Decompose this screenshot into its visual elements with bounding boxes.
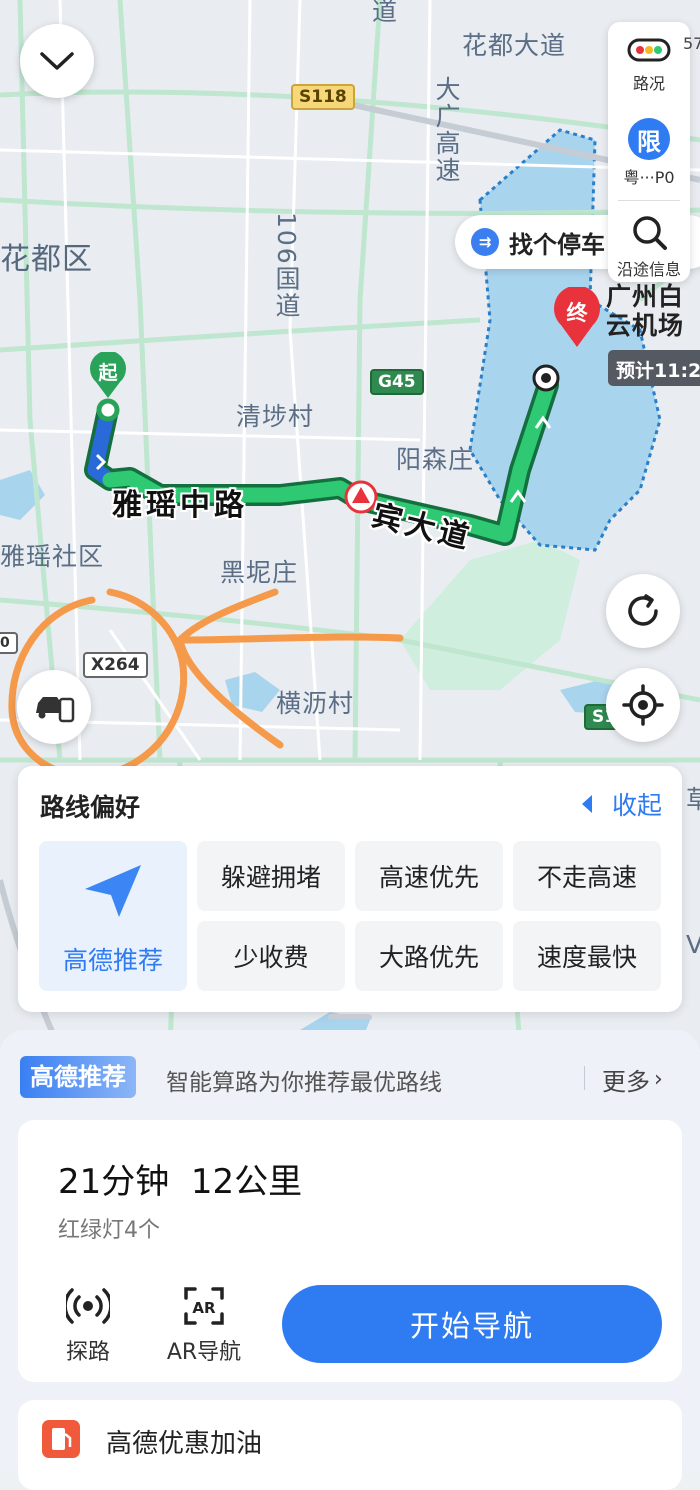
along-route-search[interactable]: 沿途信息	[608, 212, 690, 280]
map-label-road-fragment: 道	[372, 0, 399, 26]
pref-option-avoid-congestion[interactable]: 躲避拥堵	[197, 841, 345, 911]
car-phone-icon	[36, 697, 75, 723]
map-label-heinizhuang: 黑坭庄	[220, 558, 299, 587]
route-preference-panel: 路线偏好 收起 高德推荐 躲避拥堵 高速优先 不走高速 少收费 大路优先 速度最…	[18, 766, 682, 1012]
pref-option-fastest[interactable]: 速度最快	[513, 921, 661, 991]
eta-tag: 预计11:2	[608, 350, 700, 386]
pref-option-no-highway[interactable]: 不走高速	[513, 841, 661, 911]
restriction-badge: 限	[628, 118, 670, 160]
shield-s118: S118	[291, 84, 355, 110]
fuel-promo-card[interactable]: 高德优惠加油	[18, 1400, 682, 1490]
route-road-yayao: 雅瑶中路	[112, 488, 248, 523]
svg-text:AR: AR	[192, 1299, 216, 1317]
traffic-label: 路况	[632, 74, 665, 93]
refresh-button[interactable]	[606, 574, 680, 648]
pref-option-less-toll[interactable]: 少收费	[197, 921, 345, 991]
find-parking-label: 找个停车	[509, 230, 605, 259]
triangle-left-icon	[581, 795, 592, 813]
ar-nav-button[interactable]: AR AR导航	[158, 1286, 250, 1366]
map-label-huadu-district: 花都区	[0, 242, 93, 277]
start-marker[interactable]: 起	[88, 350, 128, 400]
crosshair-icon	[622, 684, 664, 726]
map-label-huadu-avenue: 花都大道	[462, 31, 567, 60]
search-icon	[633, 216, 667, 250]
along-route-label: 沿途信息	[616, 260, 681, 279]
map-label-edge-cao: 草	[686, 785, 700, 814]
broadcast-icon	[63, 1288, 113, 1324]
ar-icon: AR	[184, 1287, 224, 1325]
preference-title: 路线偏好	[40, 793, 141, 822]
parking-icon: ⇉	[471, 228, 499, 256]
start-marker-label: 起	[98, 362, 118, 384]
collapse-map-button[interactable]	[20, 24, 94, 98]
map-label-edge-v: V	[686, 930, 700, 959]
map-tools-panel: 路况 限 粤···P0 沿途信息	[608, 22, 690, 282]
collapse-preference-button[interactable]: 收起	[580, 786, 662, 822]
panel-divider	[618, 200, 680, 201]
map-label-guodao-106: 106国道	[272, 212, 301, 320]
map-label-airport: 广州白云机场	[606, 282, 685, 340]
more-routes-button[interactable]: 更多 ›	[602, 1062, 663, 1097]
vehicle-mode-button[interactable]	[17, 670, 91, 744]
ar-nav-label: AR导航	[166, 1340, 242, 1365]
refresh-icon	[628, 594, 658, 626]
paper-plane-icon	[85, 865, 141, 917]
header-divider	[584, 1066, 585, 1090]
collapse-label: 收起	[611, 791, 662, 820]
chevron-down-icon	[40, 52, 74, 70]
traffic-toggle[interactable]: 路况	[608, 36, 690, 94]
map-label-yangsenzhuang: 阳森庄	[396, 445, 475, 474]
map-label-hengli: 横沥村	[276, 689, 355, 718]
map-label-daguang-expressway: 大广高速	[432, 76, 461, 184]
shield-x264: X264	[83, 652, 148, 678]
plate-restriction-toggle[interactable]: 限 粤···P0	[608, 118, 690, 188]
start-navigation-button[interactable]: 开始导航	[282, 1285, 662, 1363]
shield-edge-left: 0	[0, 632, 18, 654]
more-label: 更多	[602, 1068, 650, 1096]
shield-g45: G45	[370, 369, 424, 395]
pref-option-main-road[interactable]: 大路优先	[355, 921, 503, 991]
plan-badge: 高德推荐	[20, 1056, 136, 1098]
route-duration-distance: 21分钟 12公里	[58, 1162, 303, 1202]
end-marker[interactable]: 终	[553, 285, 601, 349]
traffic-light-icon	[627, 38, 671, 62]
map-edge-number: 57	[683, 34, 700, 53]
route-traffic-lights: 红绿灯4个	[58, 1218, 160, 1243]
sheet-handle[interactable]	[328, 1014, 372, 1020]
pref-recommended-label: 高德推荐	[62, 946, 163, 975]
pref-recommended[interactable]: 高德推荐	[39, 841, 187, 991]
restriction-label: 粤···P0	[623, 168, 675, 187]
end-marker-label: 终	[566, 301, 588, 325]
explore-label: 探路	[65, 1340, 110, 1365]
map-label-qingbucun: 清埗村	[236, 402, 315, 431]
map-label-yayao-community: 雅瑶社区	[0, 542, 105, 571]
locate-button[interactable]	[606, 668, 680, 742]
explore-button[interactable]: 探路	[48, 1286, 128, 1366]
fuel-icon	[42, 1420, 80, 1458]
chevron-right-icon: ›	[654, 1067, 663, 1092]
fuel-promo-label: 高德优惠加油	[106, 1429, 263, 1459]
pref-option-highway-first[interactable]: 高速优先	[355, 841, 503, 911]
plan-description: 智能算路为你推荐最优路线	[166, 1070, 442, 1096]
